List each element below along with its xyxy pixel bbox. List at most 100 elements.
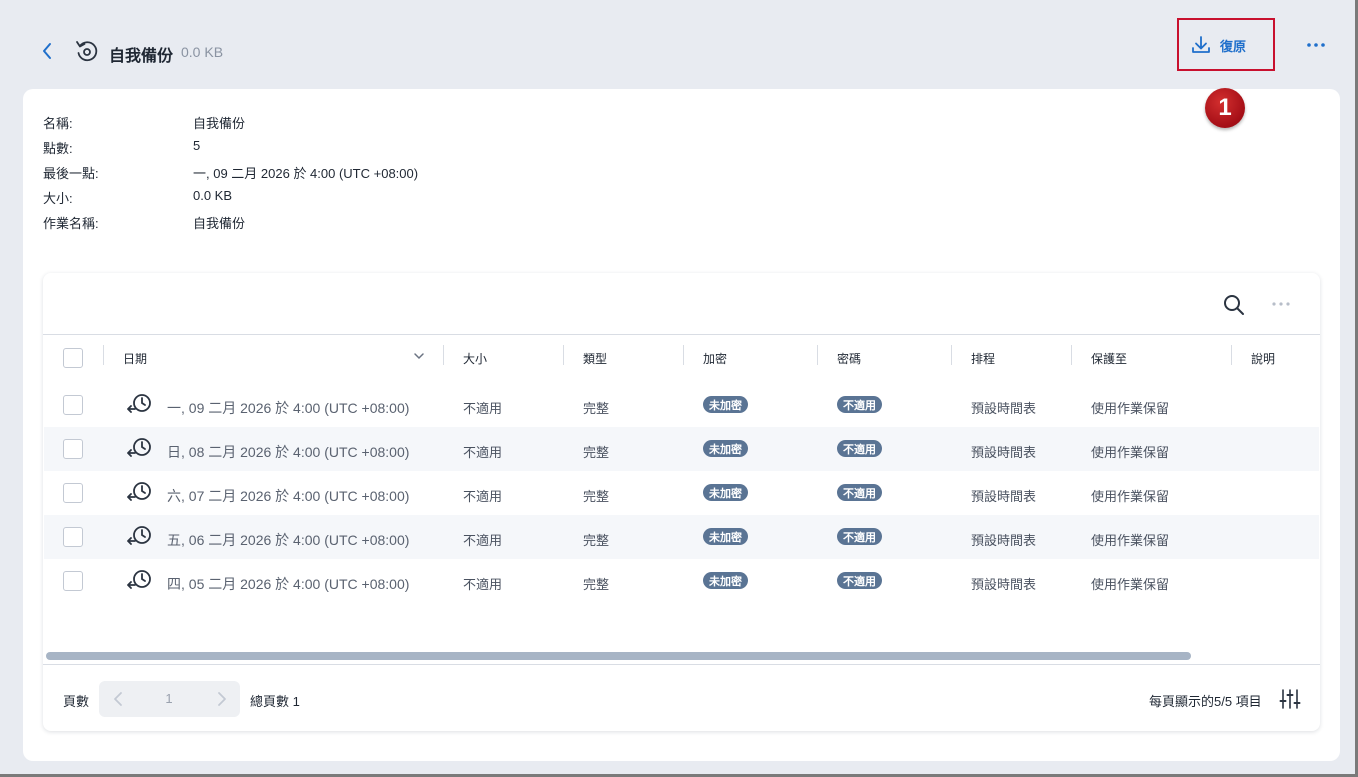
more-horizontal-icon <box>1307 43 1325 47</box>
row-date: 一, 09 二月 2026 於 4:00 (UTC +08:00) <box>167 400 410 416</box>
row-date: 日, 08 二月 2026 於 4:00 (UTC +08:00) <box>167 444 410 460</box>
password-badge: 不適用 <box>837 528 882 545</box>
column-separator <box>563 345 564 365</box>
select-all-checkbox[interactable] <box>63 348 83 368</box>
column-header-date[interactable]: 日期 <box>123 350 147 367</box>
column-settings-icon[interactable] <box>1279 688 1301 710</box>
row-checkbox[interactable] <box>63 439 83 459</box>
info-row-name: 名稱: 自我備份 <box>43 113 418 138</box>
info-label: 點數: <box>43 141 73 156</box>
table-row[interactable]: 四, 05 二月 2026 於 4:00 (UTC +08:00) 不適用 完整… <box>44 559 1319 603</box>
table-row[interactable]: 六, 07 二月 2026 於 4:00 (UTC +08:00) 不適用 完整… <box>44 471 1319 515</box>
chevron-left-icon <box>114 692 122 706</box>
column-separator <box>817 345 818 365</box>
horizontal-scrollbar[interactable] <box>46 652 1318 660</box>
page-title: 自我備份 <box>109 48 174 65</box>
encryption-badge: 未加密 <box>703 528 748 545</box>
row-schedule: 預設時間表 <box>971 401 1037 416</box>
info-value: 自我備份 <box>193 116 246 131</box>
encryption-badge: 未加密 <box>703 572 748 589</box>
password-badge: 不適用 <box>837 572 882 589</box>
row-checkbox[interactable] <box>63 571 83 591</box>
encryption-badge: 未加密 <box>703 440 748 457</box>
row-schedule: 預設時間表 <box>971 445 1037 460</box>
info-value: 自我備份 <box>193 216 246 231</box>
info-value: 一, 09 二月 2026 於 4:00 (UTC +08:00) <box>193 166 419 181</box>
column-header-schedule[interactable]: 排程 <box>971 350 995 367</box>
column-header-password[interactable]: 密碼 <box>837 350 861 367</box>
row-protect-until: 使用作業保留 <box>1091 489 1170 504</box>
row-date: 六, 07 二月 2026 於 4:00 (UTC +08:00) <box>167 488 410 504</box>
chevron-right-icon <box>218 692 226 706</box>
backup-restore-icon <box>76 41 98 62</box>
row-type: 完整 <box>583 489 610 504</box>
info-value: 5 <box>193 138 201 153</box>
column-header-size[interactable]: 大小 <box>463 350 487 367</box>
info-row-size: 大小: 0.0 KB <box>43 188 418 213</box>
pager-next-button[interactable] <box>213 690 231 708</box>
table-more-button[interactable] <box>1268 296 1294 312</box>
pager-current-page[interactable]: 1 <box>149 691 189 706</box>
encryption-badge: 未加密 <box>703 396 748 413</box>
table-row[interactable]: 五, 06 二月 2026 於 4:00 (UTC +08:00) 不適用 完整… <box>44 515 1319 559</box>
scrollbar-thumb[interactable] <box>46 652 1191 660</box>
row-type: 完整 <box>583 533 610 548</box>
restore-point-icon <box>127 570 151 589</box>
restore-point-icon <box>127 526 151 545</box>
info-row-job-name: 作業名稱: 自我備份 <box>43 213 418 238</box>
search-icon[interactable] <box>1222 293 1246 317</box>
more-horizontal-icon <box>1272 302 1290 306</box>
row-checkbox[interactable] <box>63 483 83 503</box>
column-separator <box>103 345 104 365</box>
pager-label: 頁數 <box>63 694 90 709</box>
column-header-encryption[interactable]: 加密 <box>703 350 727 367</box>
row-date: 五, 06 二月 2026 於 4:00 (UTC +08:00) <box>167 532 410 548</box>
info-label: 名稱: <box>43 116 73 131</box>
column-header-protect-until[interactable]: 保護至 <box>1091 350 1127 367</box>
row-size: 不適用 <box>463 533 503 548</box>
row-checkbox[interactable] <box>63 527 83 547</box>
row-protect-until: 使用作業保留 <box>1091 577 1170 592</box>
row-date: 四, 05 二月 2026 於 4:00 (UTC +08:00) <box>167 576 410 592</box>
password-badge: 不適用 <box>837 440 882 457</box>
column-separator <box>443 345 444 365</box>
row-protect-until: 使用作業保留 <box>1091 533 1170 548</box>
page-size: 0.0 KB <box>181 44 224 60</box>
restore-point-icon <box>127 482 151 501</box>
row-size: 不適用 <box>463 401 503 416</box>
table-row[interactable]: 日, 08 二月 2026 於 4:00 (UTC +08:00) 不適用 完整… <box>44 427 1319 471</box>
column-separator <box>1231 345 1232 365</box>
header-more-button[interactable] <box>1302 32 1330 58</box>
info-label: 作業名稱: <box>43 216 99 231</box>
row-protect-until: 使用作業保留 <box>1091 445 1170 460</box>
row-type: 完整 <box>583 445 610 460</box>
download-icon <box>1192 36 1210 53</box>
chevron-down-icon[interactable] <box>413 352 425 360</box>
pager-prev-button[interactable] <box>109 690 127 708</box>
restore-button[interactable]: 復原 <box>1190 30 1270 60</box>
info-value: 0.0 KB <box>193 188 233 203</box>
column-header-type[interactable]: 類型 <box>583 350 607 367</box>
page-header: 自我備份 0.0 KB 復原 <box>0 0 1355 90</box>
column-separator <box>683 345 684 365</box>
restore-point-icon <box>127 394 151 413</box>
row-size: 不適用 <box>463 489 503 504</box>
password-badge: 不適用 <box>837 484 882 501</box>
table-divider <box>43 334 1320 335</box>
row-type: 完整 <box>583 401 610 416</box>
items-per-page: 每頁顯示的5/5 項目 <box>1149 694 1262 709</box>
column-separator <box>951 345 952 365</box>
encryption-badge: 未加密 <box>703 484 748 501</box>
column-header-description[interactable]: 說明 <box>1251 350 1275 367</box>
row-schedule: 預設時間表 <box>971 533 1037 548</box>
row-checkbox[interactable] <box>63 395 83 415</box>
row-size: 不適用 <box>463 577 503 592</box>
info-row-points: 點數: 5 <box>43 138 418 163</box>
pager: 1 <box>99 681 240 717</box>
restore-button-label: 復原 <box>1220 38 1247 54</box>
back-button[interactable] <box>36 38 58 64</box>
restore-point-icon <box>127 438 151 457</box>
chevron-left-icon <box>43 43 51 59</box>
table-row[interactable]: 一, 09 二月 2026 於 4:00 (UTC +08:00) 不適用 完整… <box>44 383 1319 427</box>
row-schedule: 預設時間表 <box>971 489 1037 504</box>
